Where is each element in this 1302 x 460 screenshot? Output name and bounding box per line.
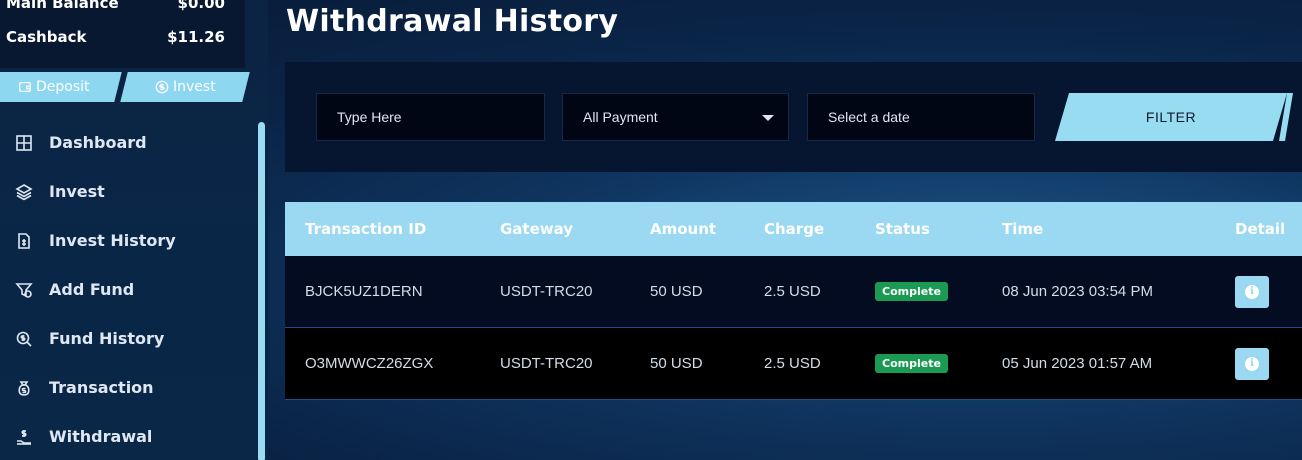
sidebar-item-label: Invest History	[49, 231, 176, 250]
info-icon: i	[1245, 356, 1259, 371]
header-time: Time	[1002, 220, 1044, 238]
info-icon: i	[1245, 284, 1259, 299]
invest-button[interactable]: Invest	[120, 72, 250, 102]
quick-actions: Deposit Invest	[0, 72, 260, 102]
filter-label: FILTER	[1145, 109, 1197, 125]
cashback-label: Cashback	[6, 28, 87, 46]
cell-detail: i	[1235, 328, 1269, 399]
sidebar-item-transaction[interactable]: Transaction	[0, 363, 255, 412]
layers-icon	[14, 182, 34, 202]
money-bag-icon	[14, 378, 34, 398]
search-input[interactable]: Type Here	[316, 93, 545, 141]
cell-status: Complete	[875, 328, 948, 399]
dollar-circle-icon	[155, 80, 168, 94]
header-detail: Detail	[1235, 220, 1286, 238]
chevron-down-icon	[762, 115, 774, 121]
sidebar-item-add-fund[interactable]: Add Fund	[0, 265, 255, 314]
sidebar-scrollbar[interactable]	[258, 122, 265, 460]
status-badge: Complete	[875, 354, 948, 373]
cell-charge: 2.5 USD	[764, 283, 821, 300]
date-placeholder: Select a date	[828, 109, 910, 125]
deposit-label: Deposit	[36, 79, 90, 95]
payment-select[interactable]: All Payment	[562, 93, 789, 141]
sidebar-item-label: Dashboard	[49, 133, 147, 152]
sidebar-item-label: Add Fund	[49, 280, 135, 299]
header-transaction-id: Transaction ID	[305, 220, 427, 238]
main-balance-value: $0.00	[177, 0, 225, 12]
page-title: Withdrawal History	[286, 4, 619, 39]
sidebar-item-dashboard[interactable]: Dashboard	[0, 118, 255, 167]
balance-box: Main Balance $0.00 Cashback $11.26	[0, 0, 245, 68]
cell-transaction-id: O3MWWCZ26ZGX	[305, 355, 434, 372]
sidebar-item-invest[interactable]: Invest	[0, 167, 255, 216]
search-dollar-icon	[14, 329, 34, 349]
cell-time: 05 Jun 2023 01:57 AM	[1002, 355, 1153, 372]
cell-transaction-id: BJCK5UZ1DERN	[305, 283, 423, 300]
deposit-button[interactable]: Deposit	[0, 72, 122, 102]
main-balance-label: Main Balance	[6, 0, 119, 12]
detail-button[interactable]: i	[1235, 347, 1269, 380]
wallet-icon	[19, 82, 32, 92]
add-fund-icon	[14, 280, 34, 300]
main-balance-row: Main Balance $0.00	[6, 0, 225, 12]
sidebar-item-label: Fund History	[49, 329, 165, 348]
table-body: BJCK5UZ1DERN USDT-TRC20 50 USD 2.5 USD C…	[285, 256, 1302, 400]
sidebar-item-label: Invest	[49, 182, 105, 201]
search-placeholder: Type Here	[337, 109, 402, 125]
cell-status: Complete	[875, 256, 948, 327]
filter-panel: Type Here All Payment Select a date FILT…	[285, 62, 1302, 172]
header-status: Status	[875, 220, 930, 238]
date-input[interactable]: Select a date	[807, 93, 1035, 141]
sidebar: Main Balance $0.00 Cashback $11.26 Depos…	[0, 0, 268, 460]
filter-button[interactable]: FILTER	[1055, 93, 1287, 141]
cell-time: 08 Jun 2023 03:54 PM	[1002, 283, 1153, 300]
cashback-row: Cashback $11.26	[6, 28, 225, 46]
header-amount: Amount	[650, 220, 717, 238]
header-charge: Charge	[764, 220, 825, 238]
sidebar-item-fund-history[interactable]: Fund History	[0, 314, 255, 363]
cashback-value: $11.26	[167, 28, 225, 46]
sidebar-item-withdrawal[interactable]: Withdrawal	[0, 412, 255, 460]
cell-charge: 2.5 USD	[764, 355, 821, 372]
cell-amount: 50 USD	[650, 283, 703, 300]
cell-amount: 50 USD	[650, 355, 703, 372]
invest-label: Invest	[172, 79, 216, 95]
withdrawal-table: Transaction ID Gateway Amount Charge Sta…	[285, 202, 1302, 400]
table-row: O3MWWCZ26ZGX USDT-TRC20 50 USD 2.5 USD C…	[285, 328, 1302, 400]
header-gateway: Gateway	[500, 220, 574, 238]
document-icon	[14, 231, 34, 251]
status-badge: Complete	[875, 282, 948, 301]
table-header: Transaction ID Gateway Amount Charge Sta…	[285, 202, 1302, 256]
cell-gateway: USDT-TRC20	[500, 283, 593, 300]
payment-selected-value: All Payment	[583, 109, 658, 125]
sidebar-item-label: Withdrawal	[49, 427, 153, 446]
sidebar-item-label: Transaction	[49, 378, 154, 397]
sidebar-nav: Dashboard Invest Invest History Add Fund…	[0, 118, 255, 460]
sidebar-item-invest-history[interactable]: Invest History	[0, 216, 255, 265]
cell-detail: i	[1235, 256, 1269, 327]
table-row: BJCK5UZ1DERN USDT-TRC20 50 USD 2.5 USD C…	[285, 256, 1302, 328]
detail-button[interactable]: i	[1235, 275, 1269, 308]
grid-icon	[14, 133, 34, 153]
cell-gateway: USDT-TRC20	[500, 355, 593, 372]
hand-money-icon	[14, 427, 34, 447]
